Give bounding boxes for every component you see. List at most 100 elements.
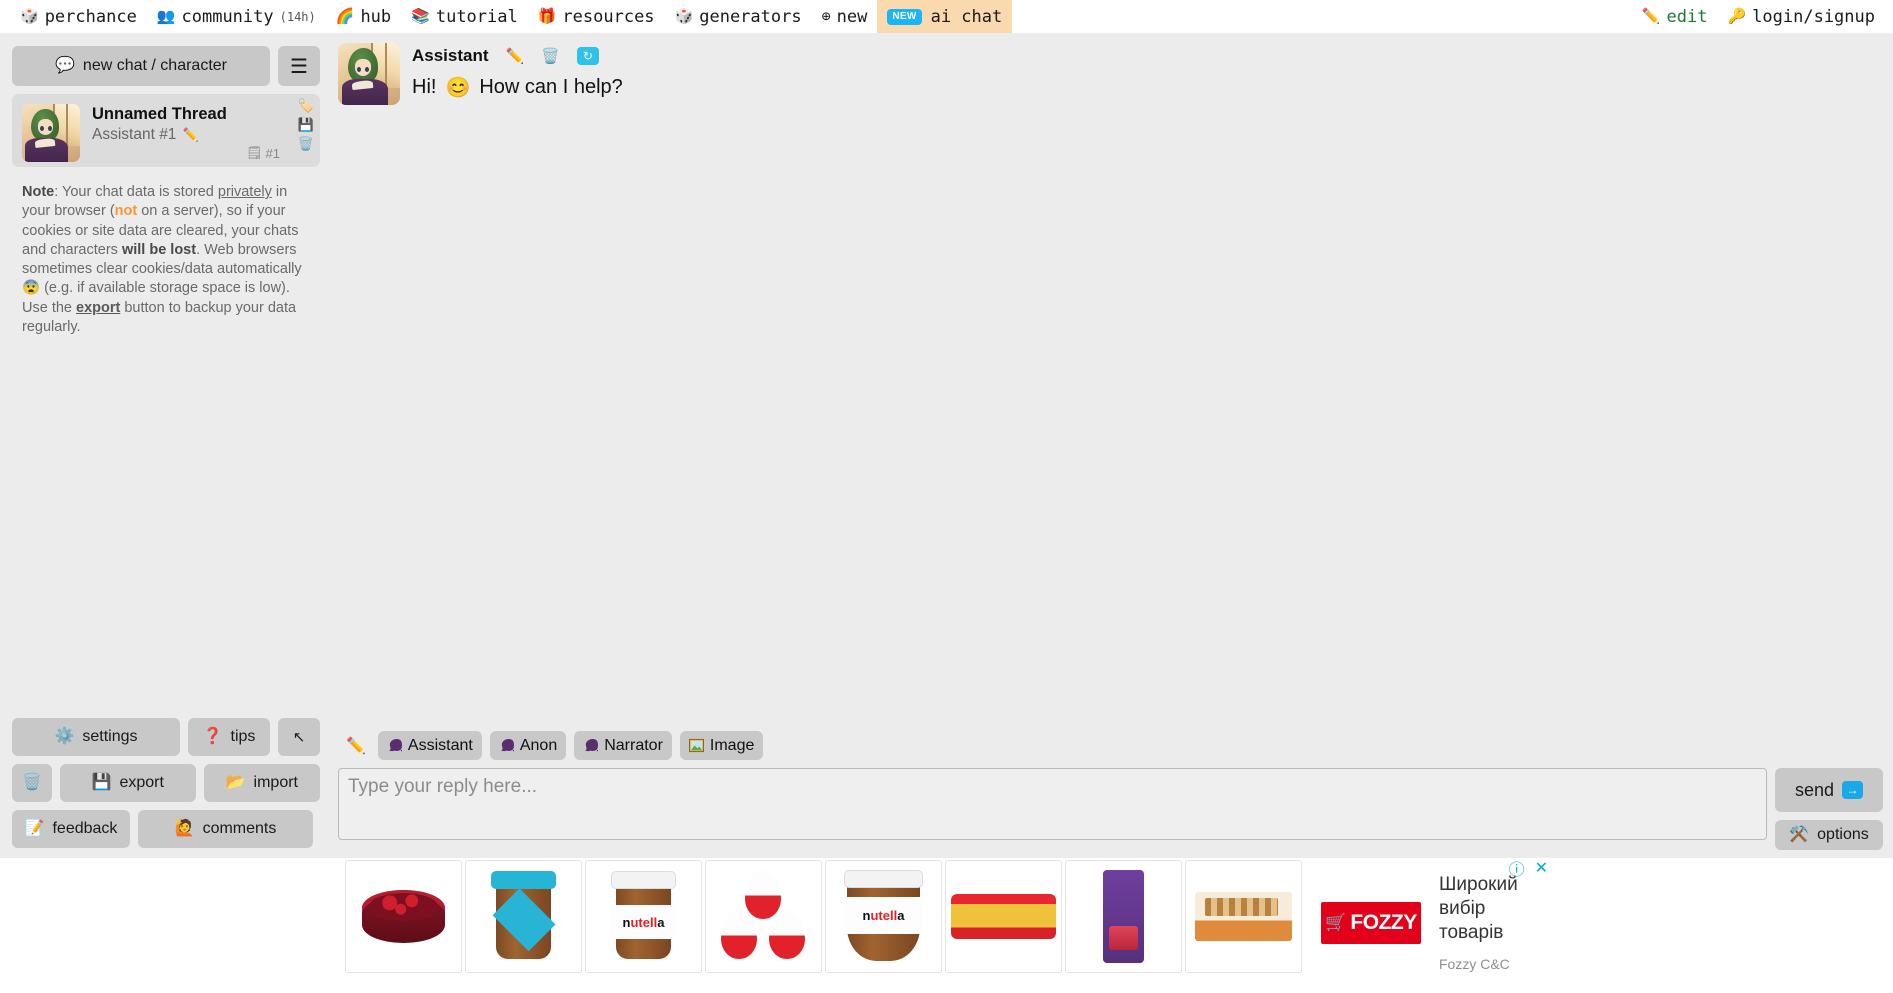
settings-button[interactable]: ⚙️ settings	[12, 718, 180, 756]
send-button[interactable]: send →	[1775, 768, 1883, 812]
ad-product-eclair-box[interactable]	[1185, 860, 1302, 973]
character-label-assistant: Assistant	[407, 736, 473, 754]
export-label: export	[119, 774, 164, 791]
sidebar: 💬 new chat / character ☰ Unnamed Thread …	[0, 41, 330, 858]
delete-all-button[interactable]: 🗑️	[12, 764, 52, 802]
message-text: Hi! 😊 How can I help?	[412, 75, 1883, 100]
nav-label-generators: generators	[699, 6, 802, 27]
character-chip-image[interactable]: Image	[679, 731, 764, 760]
reply-input[interactable]	[338, 768, 1767, 840]
message-avatar[interactable]	[338, 43, 400, 105]
character-chip-narrator[interactable]: Narrator	[574, 731, 672, 760]
export-button[interactable]: 💾 export	[59, 764, 196, 802]
delete-message-icon[interactable]: 🗑️	[541, 49, 560, 64]
people-icon: 👥	[156, 7, 176, 25]
sidebar-bottom-toolbar: ⚙️ settings ❓ tips ↖ 🗑️ 💾 export 📂 impor…	[12, 718, 320, 848]
key-icon: 🔑	[1727, 7, 1747, 25]
memo-icon: 📝	[24, 820, 45, 837]
chat-panel: Assistant ✏️ 🗑️ ↻ Hi! 😊 How can I help? …	[330, 41, 1893, 858]
nav-item-generators[interactable]: 🎲 generators	[665, 0, 812, 33]
new-chat-character-button[interactable]: 💬 new chat / character	[12, 46, 270, 86]
note-label: Note	[22, 184, 55, 200]
hammer-and-pick-icon: ⚒️	[1789, 826, 1810, 843]
nav-item-resources[interactable]: 🎁 resources	[528, 0, 665, 33]
nav-item-new[interactable]: ⊕ new	[812, 0, 878, 33]
nav-item-tutorial[interactable]: 📚 tutorial	[401, 0, 528, 33]
tag-icon[interactable]: 🏷️	[298, 98, 314, 114]
edit-characters-pencil-icon[interactable]: ✏️	[346, 736, 366, 756]
options-button[interactable]: ⚒️ options	[1775, 820, 1883, 850]
sidebar-row-1: ⚙️ settings ❓ tips ↖	[12, 718, 320, 756]
ad-product-prague-cake[interactable]	[345, 860, 462, 973]
comments-button[interactable]: 🙋 comments	[138, 810, 313, 848]
ad-controls: ⓘ ✕	[1509, 856, 1548, 880]
nav-item-community[interactable]: 👥 community (14h)	[147, 0, 326, 33]
feedback-button[interactable]: 📝 feedback	[12, 810, 130, 848]
message-greeting: Hi!	[412, 76, 437, 98]
character-chip-assistant[interactable]: Assistant	[377, 731, 482, 760]
new-badge: NEW	[887, 8, 922, 25]
ad-product-artek-wafer[interactable]	[945, 860, 1062, 973]
ad-product-milka-bar[interactable]	[1065, 860, 1182, 973]
nav-item-hub[interactable]: 🌈 hub	[326, 0, 401, 33]
top-navigation-bar: 🎲 perchance 👥 community (14h) 🌈 hub 📚 tu…	[0, 0, 1893, 33]
tips-button[interactable]: ❓ tips	[188, 718, 270, 756]
note-will-be-lost: will be lost	[121, 241, 197, 258]
nav-item-ai-chat[interactable]: NEW ai chat	[877, 0, 1013, 33]
thread-character-label: Assistant #1	[92, 126, 177, 144]
speaking-head-icon	[585, 738, 599, 752]
sidebar-menu-button[interactable]: ☰	[278, 46, 320, 86]
fozzy-logo[interactable]: 🛒 FOZZY	[1321, 901, 1421, 944]
thread-action-icons: 🏷️ 💾 🗑️	[298, 98, 314, 152]
fearful-face-icon: 😨	[22, 280, 41, 297]
pencil-icon: ✏️	[1641, 7, 1661, 25]
dice-icon: 🎲	[20, 7, 39, 25]
nav-label-login-signup: login/signup	[1752, 6, 1875, 27]
regenerate-icon[interactable]: ↻	[576, 47, 599, 65]
nav-item-login-signup[interactable]: 🔑 login/signup	[1717, 0, 1885, 33]
ad-advertiser: Fozzy C&C	[1439, 955, 1510, 972]
nav-item-perchance[interactable]: 🎲 perchance	[10, 0, 147, 33]
collapse-arrow-icon: ↖	[292, 729, 306, 746]
smiling-face-icon: 😊	[445, 77, 471, 99]
ad-product-kinder-surprise-eggs[interactable]	[705, 860, 822, 973]
nav-label-hub: hub	[360, 6, 392, 27]
ad-product-nutella-jar-large[interactable]: n utell a	[825, 860, 942, 973]
save-floppy-icon[interactable]: 💾	[298, 117, 314, 133]
advertisement-banner[interactable]: n utell a n utell a 🛒 FOZZY Широкий вибір то…	[345, 860, 1548, 985]
ad-product-peanut-butter-jar[interactable]	[465, 860, 582, 973]
collapse-sidebar-button[interactable]: ↖	[278, 718, 320, 756]
ad-product-nutella-jar-small[interactable]: n utell a	[585, 860, 702, 973]
question-mark-icon: ❓	[202, 728, 223, 745]
ad-close-icon[interactable]: ✕	[1535, 858, 1548, 878]
character-selector-row: ✏️ Assistant Anon Narrator Image	[338, 731, 1883, 768]
rename-character-pencil-icon[interactable]: ✏️	[182, 127, 198, 143]
send-label: send	[1794, 779, 1835, 800]
nav-item-edit[interactable]: ✏️ edit	[1632, 0, 1718, 33]
options-label: options	[1817, 826, 1869, 843]
note-export-link[interactable]: export	[76, 300, 120, 316]
ad-info-icon[interactable]: ⓘ	[1509, 856, 1525, 880]
edit-message-icon[interactable]: ✏️	[506, 49, 525, 64]
save-floppy-icon: 💾	[91, 774, 112, 791]
composer: send → ⚒️ options	[338, 768, 1883, 858]
message-author: Assistant	[412, 46, 489, 65]
import-button[interactable]: 📂 import	[203, 764, 320, 802]
import-label: import	[253, 774, 298, 791]
person-raising-hand-icon: 🙋	[174, 820, 195, 837]
sidebar-row-2: 🗑️ 💾 export 📂 import	[12, 764, 320, 802]
message-count-value: #1	[265, 145, 280, 161]
fozzy-logo-text: FOZZY	[1350, 910, 1417, 934]
folder-icon: 📂	[225, 774, 246, 791]
character-chip-anon[interactable]: Anon	[489, 731, 567, 760]
nav-right-group: ✏️ edit 🔑 login/signup	[1632, 0, 1893, 33]
nutella-label: n utell a	[844, 896, 923, 935]
books-icon: 📚	[411, 7, 430, 25]
message-header: Assistant ✏️ 🗑️ ↻	[412, 43, 1883, 69]
sidebar-row-3: 📝 feedback 🙋 comments	[12, 810, 320, 848]
gear-icon: ⚙️	[54, 728, 75, 745]
nav-label-perchance: perchance	[44, 6, 137, 27]
note-privately: privately	[217, 184, 272, 200]
thread-list-item[interactable]: Unnamed Thread Assistant #1 ✏️ 🗒 #1 🏷️ 💾…	[12, 94, 320, 167]
trash-icon[interactable]: 🗑️	[298, 136, 314, 152]
